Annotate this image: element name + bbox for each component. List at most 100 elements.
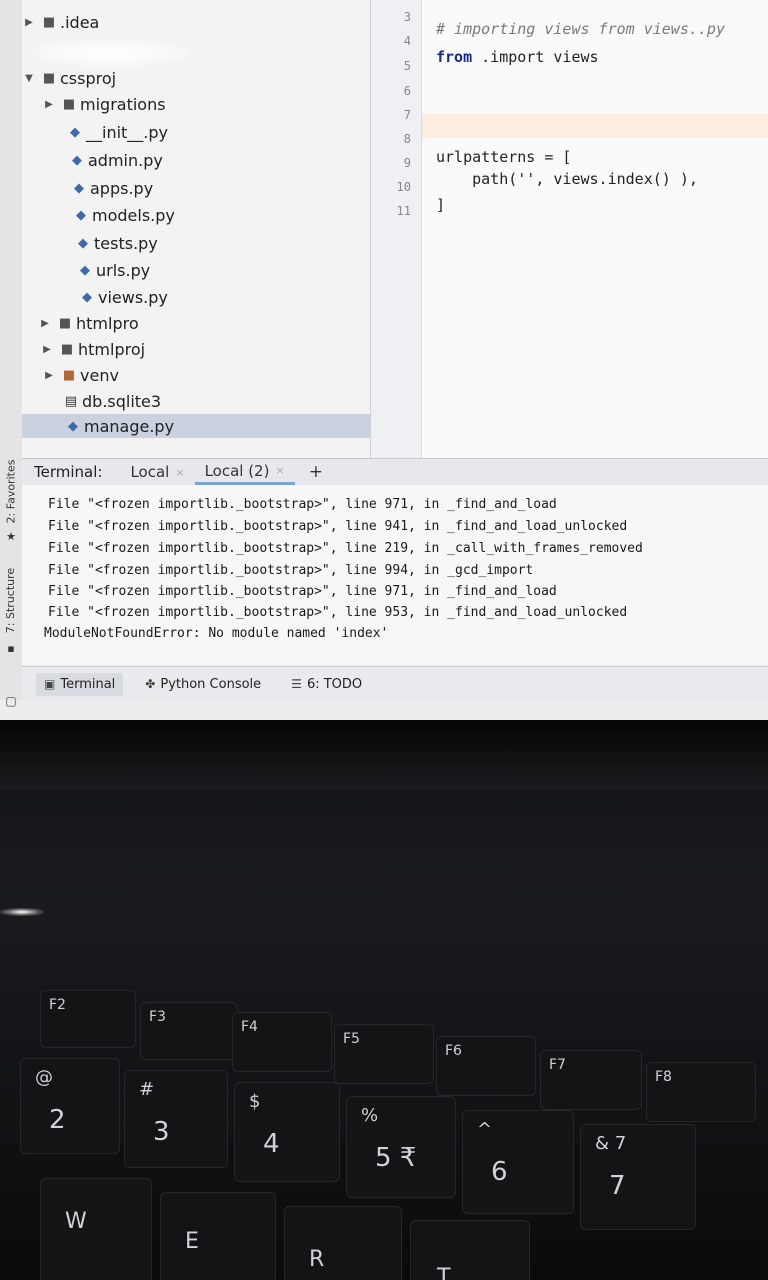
key-label: 4 bbox=[263, 1129, 280, 1159]
ide-window: 2: Favorites ★ 7: Structure ▪ ▢ ▶ ■ .ide… bbox=[0, 0, 768, 720]
tree-item-migrations[interactable]: ▶ ■ migrations bbox=[42, 92, 166, 116]
new-terminal-button[interactable]: + bbox=[309, 462, 323, 482]
python-file-icon: ◆ bbox=[72, 152, 82, 168]
chevron-right-icon[interactable]: ▶ bbox=[22, 17, 36, 28]
key-4[interactable]: $ 4 bbox=[234, 1082, 340, 1182]
favorites-tab[interactable]: 2: Favorites bbox=[2, 446, 20, 536]
chevron-down-icon[interactable]: ▼ bbox=[22, 73, 36, 84]
key-shift-label: % bbox=[361, 1105, 379, 1126]
key-e[interactable]: E bbox=[160, 1192, 276, 1280]
tree-item-label: cssproj bbox=[60, 68, 117, 88]
key-shift-label: @ bbox=[35, 1067, 53, 1088]
star-icon: ★ bbox=[6, 529, 16, 543]
tree-item-cssproj[interactable]: ▼ ■ cssproj bbox=[22, 66, 116, 90]
keyword-from: from bbox=[436, 48, 473, 66]
tree-item-label: htmlproj bbox=[78, 339, 146, 359]
python-icon: ✤ bbox=[145, 677, 156, 691]
structure-tab-label: 7: Structure bbox=[4, 567, 18, 633]
tree-item-idea[interactable]: ▶ ■ .idea bbox=[22, 10, 99, 34]
tree-item-init-py[interactable]: ◆ __init__.py bbox=[66, 120, 168, 144]
tree-item-views-py[interactable]: ◆ views.py bbox=[78, 285, 168, 309]
key-t[interactable]: T bbox=[410, 1220, 530, 1280]
tab-label: Python Console bbox=[160, 676, 262, 692]
key-shift-label: ^ bbox=[477, 1119, 493, 1140]
key-2[interactable]: @ 2 bbox=[20, 1058, 120, 1154]
tree-item-apps-py[interactable]: ◆ apps.py bbox=[70, 176, 153, 200]
key-f5[interactable]: F5 bbox=[334, 1024, 434, 1084]
tab-python-console[interactable]: ✤ Python Console bbox=[137, 673, 269, 696]
tree-item-htmlproj[interactable]: ▶ ■ htmlproj bbox=[40, 337, 145, 361]
tree-item-label: migrations bbox=[80, 94, 166, 114]
key-r[interactable]: R bbox=[284, 1206, 402, 1280]
database-icon: ▤ bbox=[64, 393, 78, 409]
key-5[interactable]: % 5 ₹ bbox=[346, 1096, 456, 1198]
chevron-right-icon[interactable]: ▶ bbox=[42, 370, 56, 381]
key-f4[interactable]: F4 bbox=[232, 1012, 332, 1072]
terminal-output[interactable]: File "<frozen importlib._bootstrap>", li… bbox=[22, 485, 768, 665]
python-file-icon: ◆ bbox=[80, 262, 90, 278]
code-line-9[interactable]: urlpatterns = [ bbox=[436, 148, 571, 166]
tree-item-htmlpro[interactable]: ▶ ■ htmlpro bbox=[38, 311, 138, 335]
key-f3[interactable]: F3 bbox=[140, 1002, 238, 1060]
tree-item-venv[interactable]: ▶ ■ venv bbox=[42, 363, 119, 387]
tree-item-label: admin.py bbox=[88, 150, 163, 170]
key-label: F3 bbox=[149, 1009, 166, 1025]
close-icon[interactable]: × bbox=[275, 464, 284, 477]
key-shift-label: & 7 bbox=[595, 1133, 627, 1154]
tab-todo[interactable]: ☰ 6: TODO bbox=[283, 673, 370, 696]
key-f8[interactable]: F8 bbox=[646, 1062, 756, 1122]
line-number: 3 bbox=[403, 10, 411, 24]
chevron-right-icon[interactable]: ▶ bbox=[40, 344, 54, 355]
tree-item-label: views.py bbox=[98, 287, 168, 307]
key-3[interactable]: # 3 bbox=[124, 1070, 228, 1168]
key-6[interactable]: ^ 6 bbox=[462, 1110, 574, 1214]
tree-item-tests-py[interactable]: ◆ tests.py bbox=[74, 231, 158, 255]
tree-item-manage-py[interactable]: ◆ manage.py bbox=[22, 414, 370, 438]
key-f7[interactable]: F7 bbox=[540, 1050, 642, 1110]
chevron-right-icon[interactable]: ▶ bbox=[38, 318, 52, 329]
tree-item-urls-py[interactable]: ◆ urls.py bbox=[76, 258, 150, 282]
tab-terminal[interactable]: ▣ Terminal bbox=[36, 672, 124, 696]
tree-item-label: .idea bbox=[60, 12, 100, 32]
code-line-5[interactable]: from .import views bbox=[436, 48, 599, 66]
key-label: 3 bbox=[153, 1117, 170, 1147]
key-label: 2 bbox=[49, 1105, 66, 1135]
key-f2[interactable]: F2 bbox=[40, 990, 136, 1048]
chevron-right-icon[interactable]: ▶ bbox=[42, 99, 56, 110]
structure-tab[interactable]: 7: Structure bbox=[2, 560, 20, 640]
line-number: 9 bbox=[403, 156, 411, 170]
code-editor[interactable]: # importing views from views..py from .i… bbox=[422, 0, 768, 458]
folder-icon: ■ bbox=[58, 315, 72, 331]
key-label: R bbox=[309, 1247, 325, 1272]
code-line-4[interactable]: # importing views from views..py bbox=[436, 20, 725, 38]
python-file-icon: ◆ bbox=[70, 124, 80, 140]
line-number: 10 bbox=[396, 180, 411, 194]
folder-icon: ■ bbox=[60, 341, 74, 357]
terminal-header: Terminal: Local × Local (2) × + bbox=[22, 458, 768, 486]
terminal-title: Terminal: bbox=[34, 463, 103, 481]
tab-label: Local bbox=[130, 463, 170, 481]
tree-item-label: tests.py bbox=[94, 233, 158, 253]
panel-toggle-icon[interactable]: ▢ bbox=[0, 690, 22, 712]
project-tree: ▶ ■ .idea ▼ ■ cssproj ▶ ■ migrations ◆ _… bbox=[22, 0, 371, 458]
tree-item-models-py[interactable]: ◆ models.py bbox=[72, 203, 175, 227]
tree-item-db-sqlite3[interactable]: ▤ db.sqlite3 bbox=[62, 389, 161, 413]
key-shift-label: # bbox=[139, 1079, 155, 1100]
line-number: 6 bbox=[403, 84, 411, 98]
tab-label: Terminal bbox=[60, 676, 116, 692]
code-line-10[interactable]: path('', views.index() ), bbox=[436, 170, 698, 188]
terminal-tab-local[interactable]: Local × bbox=[120, 459, 194, 485]
key-7[interactable]: & 7 7 bbox=[580, 1124, 696, 1230]
tree-item-admin-py[interactable]: ◆ admin.py bbox=[68, 148, 163, 172]
key-label: F8 bbox=[655, 1069, 672, 1085]
key-w[interactable]: W bbox=[40, 1178, 152, 1280]
key-shift-label: $ bbox=[249, 1091, 261, 1112]
key-f6[interactable]: F6 bbox=[436, 1036, 536, 1096]
code-line-11[interactable]: ] bbox=[436, 196, 445, 214]
close-icon[interactable]: × bbox=[175, 466, 184, 479]
code-text: ] bbox=[436, 196, 446, 214]
key-label: F5 bbox=[343, 1031, 360, 1047]
python-file-icon: ◆ bbox=[74, 180, 84, 196]
screen-glare bbox=[30, 38, 190, 68]
terminal-tab-local-2[interactable]: Local (2) × bbox=[194, 459, 295, 485]
